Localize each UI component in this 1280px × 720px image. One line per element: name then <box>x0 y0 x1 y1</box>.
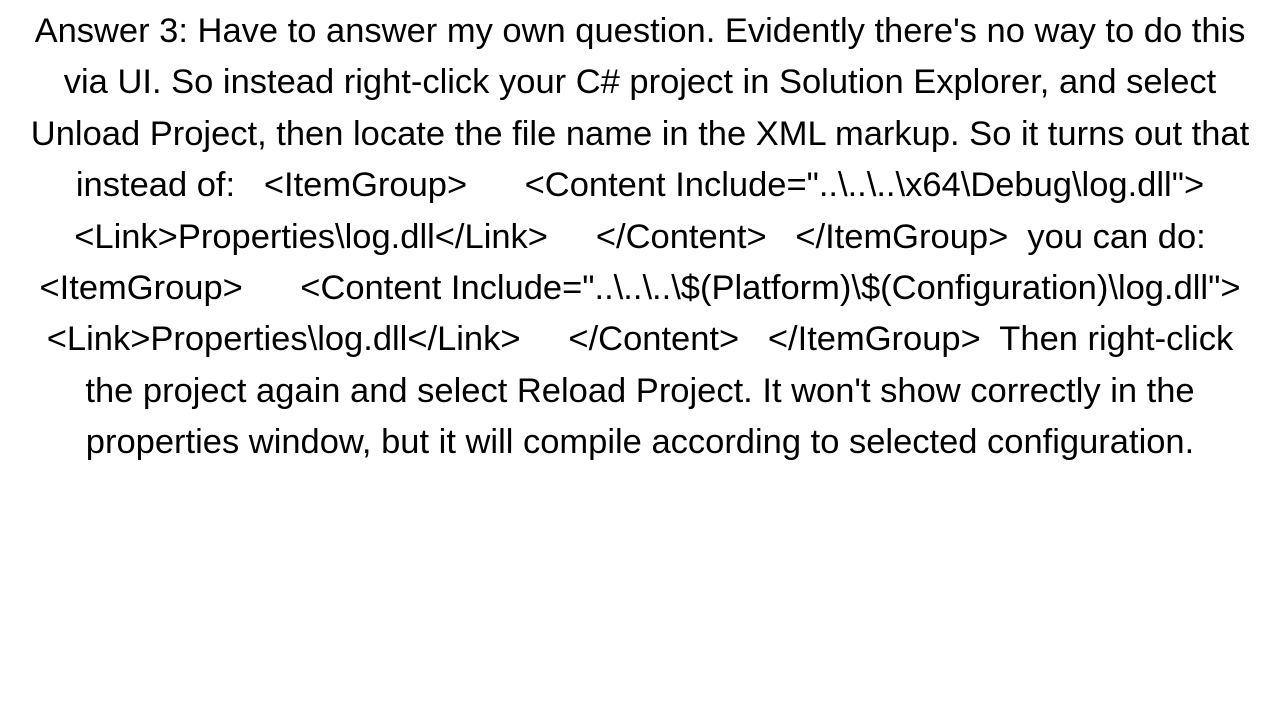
answer-body: Answer 3: Have to answer my own question… <box>0 0 1280 720</box>
